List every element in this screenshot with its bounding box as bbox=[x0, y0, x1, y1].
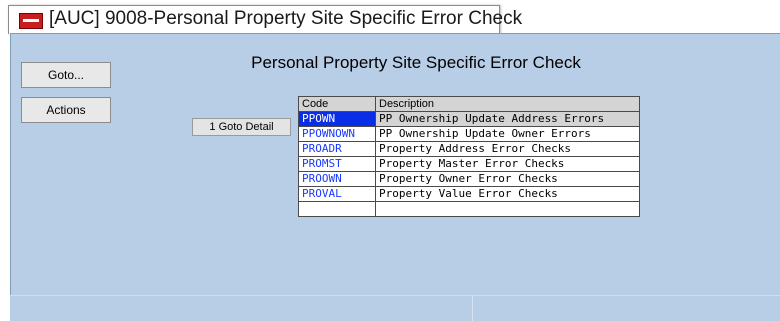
goto-detail-button[interactable]: 1 Goto Detail bbox=[192, 118, 291, 136]
row-code[interactable]: PPOWN bbox=[298, 111, 376, 127]
row-code[interactable]: PPOWNOWN bbox=[298, 126, 376, 142]
row-description[interactable]: Property Value Error Checks bbox=[375, 186, 640, 202]
window-title-tab[interactable]: [AUC] 9008-Personal Property Site Specif… bbox=[8, 5, 522, 34]
app-logo-icon bbox=[19, 13, 43, 29]
row-description[interactable] bbox=[375, 201, 640, 217]
actions-button[interactable]: Actions bbox=[21, 97, 111, 123]
row-code[interactable]: PROMST bbox=[298, 156, 376, 172]
table-row[interactable]: PROOWN Property Owner Error Checks bbox=[298, 171, 640, 187]
window-title: [AUC] 9008-Personal Property Site Specif… bbox=[49, 8, 523, 29]
row-description[interactable]: PP Ownership Update Owner Errors bbox=[375, 126, 640, 142]
column-header-description[interactable]: Description bbox=[375, 96, 640, 112]
table-row[interactable]: PPOWN PP Ownership Update Address Errors bbox=[298, 111, 640, 127]
row-code[interactable]: PROVAL bbox=[298, 186, 376, 202]
table-row[interactable]: PROVAL Property Value Error Checks bbox=[298, 186, 640, 202]
table-row[interactable]: PPOWNOWN PP Ownership Update Owner Error… bbox=[298, 126, 640, 142]
row-description[interactable]: Property Address Error Checks bbox=[375, 141, 640, 157]
error-check-table: Code Description PPOWN PP Ownership Upda… bbox=[298, 96, 640, 217]
table-row[interactable]: PROADR Property Address Error Checks bbox=[298, 141, 640, 157]
row-description[interactable]: Property Master Error Checks bbox=[375, 156, 640, 172]
row-code[interactable]: PROADR bbox=[298, 141, 376, 157]
row-code[interactable] bbox=[298, 201, 376, 217]
status-divider bbox=[472, 296, 473, 321]
page-title: Personal Property Site Specific Error Ch… bbox=[251, 53, 581, 72]
table-row-empty[interactable] bbox=[298, 201, 640, 217]
table-row[interactable]: PROMST Property Master Error Checks bbox=[298, 156, 640, 172]
row-description[interactable]: PP Ownership Update Address Errors bbox=[375, 111, 640, 127]
row-description[interactable]: Property Owner Error Checks bbox=[375, 171, 640, 187]
main-panel: Goto... Actions Personal Property Site S… bbox=[10, 33, 780, 306]
status-bar bbox=[10, 295, 780, 321]
column-header-code[interactable]: Code bbox=[298, 96, 376, 112]
table-header-row: Code Description bbox=[298, 96, 640, 112]
row-code[interactable]: PROOWN bbox=[298, 171, 376, 187]
